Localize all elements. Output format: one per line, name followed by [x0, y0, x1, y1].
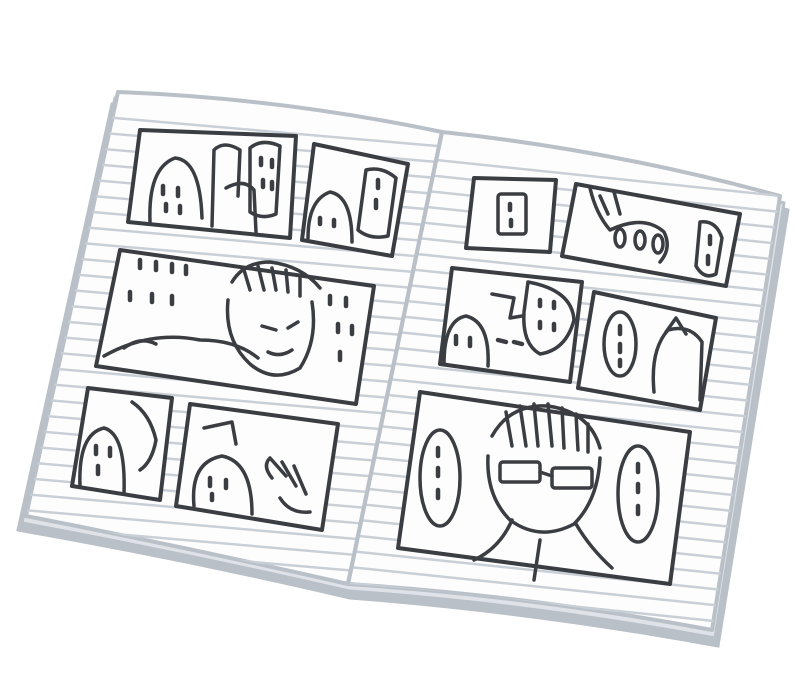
- left-panel-2: [300, 142, 410, 258]
- notebook-illustration: [16, 90, 800, 677]
- right-panel-3: [438, 266, 584, 384]
- ruled-line: [348, 628, 780, 630]
- right-panel-1: [464, 176, 558, 254]
- left-panel-4: [70, 386, 174, 502]
- ruled-line: [340, 646, 800, 677]
- left-panel-5: [174, 402, 340, 532]
- left-panel-1: [126, 128, 298, 240]
